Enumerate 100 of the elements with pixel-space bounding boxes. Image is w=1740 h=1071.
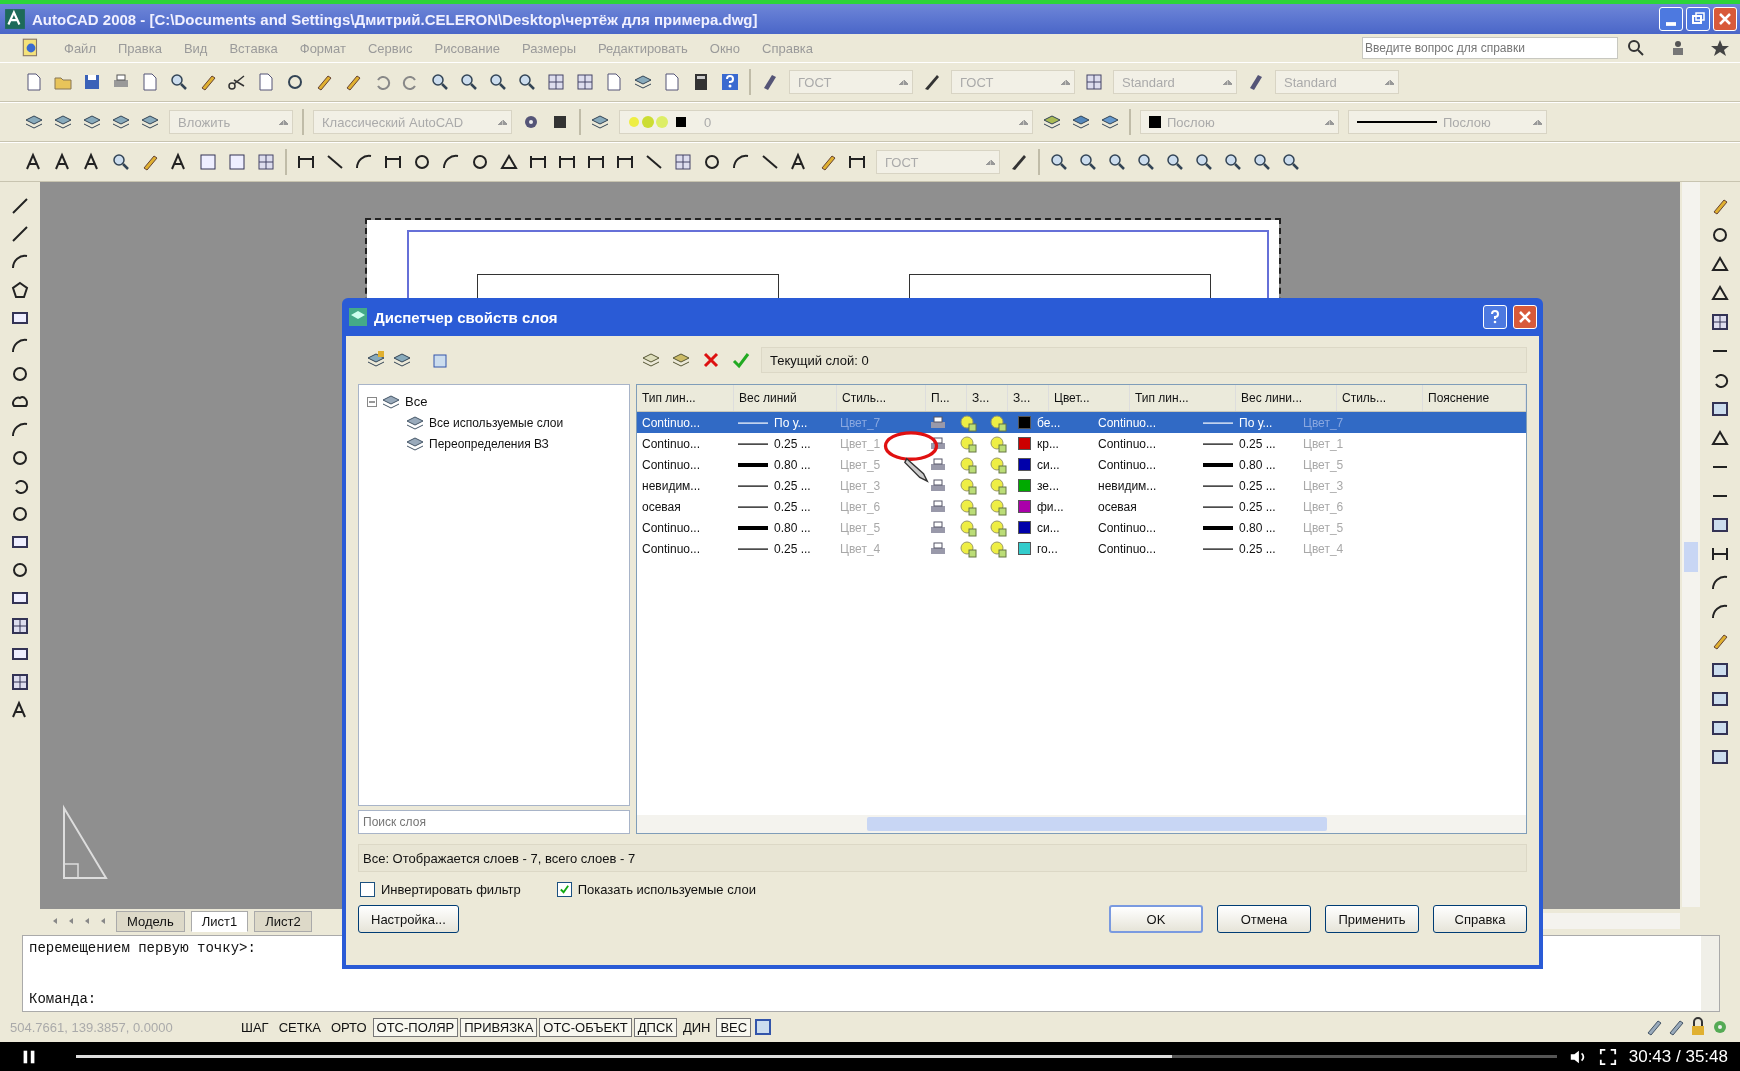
scissors-icon[interactable] (227, 72, 247, 92)
sun-icon[interactable] (988, 517, 1008, 538)
pencil-icon[interactable] (922, 72, 942, 92)
magnifier-icon[interactable] (1049, 152, 1069, 172)
tree-item[interactable]: Все используемые слои (429, 415, 564, 430)
circle-icon[interactable] (10, 364, 30, 384)
square-icon[interactable] (1710, 689, 1730, 709)
magnifier-icon[interactable] (1281, 152, 1301, 172)
grid-icon[interactable] (256, 152, 276, 172)
checkbox[interactable] (556, 882, 572, 897)
dialog-button[interactable]: Справка (1433, 905, 1527, 933)
restore-button[interactable] (1686, 7, 1710, 31)
circle-icon[interactable] (470, 152, 490, 172)
magnifier-icon[interactable] (517, 72, 537, 92)
square-icon[interactable] (1710, 747, 1730, 767)
close-button[interactable] (1713, 7, 1737, 31)
dialog-button[interactable]: Применить (1325, 905, 1419, 933)
grid-icon[interactable] (1084, 72, 1104, 92)
circle-icon[interactable] (1710, 225, 1730, 245)
status-toggle[interactable]: ДИН (678, 1017, 715, 1037)
color-swatch[interactable] (1018, 479, 1031, 492)
sun-icon[interactable] (958, 496, 978, 517)
status-toggle[interactable]: ПРИВЯЗКА (460, 1017, 538, 1037)
column-header[interactable]: Стиль... (837, 385, 926, 411)
polygon-icon[interactable] (1710, 428, 1730, 448)
vertical-scrollbar[interactable] (1682, 182, 1700, 907)
help-search-field[interactable]: Введите вопрос для справки (1362, 37, 1618, 59)
doc-icon[interactable] (24, 72, 44, 92)
column-header[interactable]: П... (926, 385, 967, 411)
sun-icon[interactable] (958, 538, 978, 559)
magnifier-icon[interactable] (1136, 152, 1156, 172)
column-header[interactable]: З... (967, 385, 1008, 411)
layer-row[interactable]: Continuo... 0.25 ... Цвет_4 го... Continuo... 0.25 ... Цвет_4 (637, 538, 1526, 559)
polygon-icon[interactable] (499, 152, 519, 172)
magnifier-icon[interactable] (430, 72, 450, 92)
video-progress-bar[interactable] (76, 1055, 1557, 1058)
collapse-icon[interactable] (367, 396, 377, 407)
sun-icon[interactable] (958, 412, 978, 433)
circle-icon[interactable] (10, 448, 30, 468)
grid-icon[interactable] (673, 152, 693, 172)
column-header[interactable]: Тип лин... (637, 385, 734, 411)
grid-icon[interactable] (1710, 312, 1730, 332)
grid-icon[interactable] (10, 616, 30, 636)
sun-icon[interactable] (988, 433, 1008, 454)
minimize-button[interactable] (1659, 7, 1683, 31)
pencil-icon[interactable] (1009, 152, 1029, 172)
line-icon[interactable] (760, 152, 780, 172)
magnifier-icon[interactable] (169, 72, 189, 92)
layer-row[interactable]: невидим... 0.25 ... Цвет_3 зе... невидим... 0.25 ... Цвет_3 (637, 475, 1526, 496)
color-swatch[interactable] (1018, 500, 1031, 513)
column-header[interactable]: Цвет... (1049, 385, 1130, 411)
magnifier-icon[interactable] (1252, 152, 1272, 172)
circle-icon[interactable] (10, 504, 30, 524)
layout-tab[interactable]: Лист1 (190, 910, 249, 932)
column-header[interactable]: З... (1008, 385, 1049, 411)
line-icon[interactable] (644, 152, 664, 172)
column-header[interactable]: Вес лини... (1236, 385, 1337, 411)
layer-row[interactable]: Continuo... 0.25 ... Цвет_1 кр... Continuo... 0.25 ... Цвет_1 (637, 433, 1526, 454)
square-icon[interactable] (1710, 399, 1730, 419)
magnifier-icon[interactable] (1194, 152, 1214, 172)
sun-icon[interactable] (988, 412, 1008, 433)
circle-icon[interactable] (412, 152, 432, 172)
layout-tab[interactable]: Модель (116, 910, 185, 932)
status-toggle[interactable]: ОТС-ПОЛЯР (372, 1017, 459, 1037)
magnifier-icon[interactable] (1107, 152, 1127, 172)
sun-icon[interactable] (958, 517, 978, 538)
checkbox[interactable] (360, 882, 375, 897)
layer-search-field[interactable]: Поиск слоя (358, 810, 630, 834)
layout-tab[interactable]: Лист2 (254, 910, 312, 932)
layout-icon[interactable] (753, 1017, 774, 1037)
doc-icon[interactable] (604, 72, 624, 92)
circle-icon[interactable] (285, 72, 305, 92)
column-header[interactable]: Тип лин... (1130, 385, 1236, 411)
magnifier-icon[interactable] (1165, 152, 1185, 172)
layer-row[interactable]: осевая 0.25 ... Цвет_6 фи... осевая 0.25 ... Цвет_6 (637, 496, 1526, 517)
sun-icon[interactable] (988, 496, 1008, 517)
layer-row[interactable]: Continuo... 0.80 ... Цвет_5 си... Continuo... 0.80 ... Цвет_5 (637, 454, 1526, 475)
layer-row[interactable]: Continuo... 0.80 ... Цвет_5 си... Continuo... 0.80 ... Цвет_5 (637, 517, 1526, 538)
grid-icon[interactable] (546, 72, 566, 92)
circle-icon[interactable] (702, 152, 722, 172)
search-icon[interactable] (1626, 38, 1646, 58)
status-toggle[interactable]: ШАГ (237, 1017, 273, 1037)
checkmark-icon[interactable] (731, 350, 751, 370)
color-swatch[interactable] (1018, 458, 1031, 471)
color-swatch[interactable] (1018, 542, 1031, 555)
sun-icon[interactable] (988, 454, 1008, 475)
layer-row[interactable]: Continuo... По у... Цвет_7 бе... Continuo... По у... Цвет_7 (637, 412, 1526, 433)
close-button[interactable] (1513, 305, 1537, 329)
magnifier-icon[interactable] (111, 152, 131, 172)
column-header[interactable]: Пояснение (1423, 385, 1526, 411)
column-header[interactable]: Стиль... (1337, 385, 1423, 411)
square-icon[interactable] (1710, 718, 1730, 738)
tree-item[interactable]: Все (405, 394, 428, 409)
magnifier-icon[interactable] (1078, 152, 1098, 172)
sun-icon[interactable] (988, 475, 1008, 496)
dialog-button[interactable]: Отмена (1217, 905, 1311, 933)
grid-icon[interactable] (575, 72, 595, 92)
sun-icon[interactable] (958, 433, 978, 454)
polygon-icon[interactable] (1710, 254, 1730, 274)
star-icon[interactable] (1710, 38, 1730, 58)
